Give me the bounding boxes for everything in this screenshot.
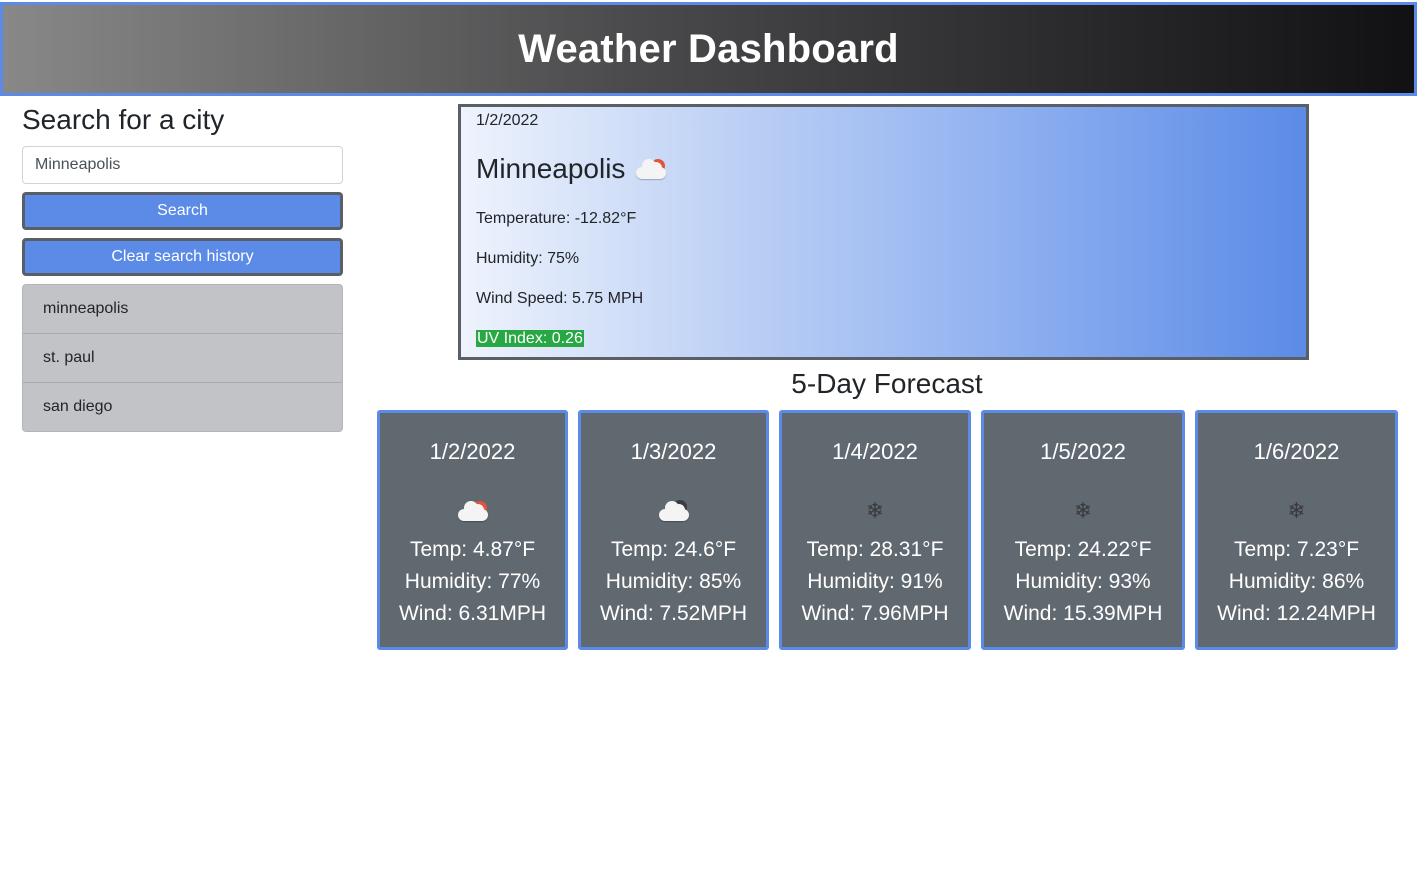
forecast-humidity: Humidity: 93%	[1015, 570, 1151, 593]
forecast-temp: Temp: 4.87°F	[409, 538, 536, 561]
forecast-date: 1/2/2022	[429, 439, 516, 464]
forecast-humidity: Humidity: 77%	[404, 570, 541, 593]
current-weather-panel: 1/2/2022 Minneapolis Temperature: -12.82…	[458, 104, 1309, 360]
snowflake-icon: ❄	[1073, 498, 1093, 524]
history-item-st-paul[interactable]: st. paul	[23, 334, 342, 383]
forecast-card: 1/4/2022 ❄ Temp: 28.31°F Humidity: 91% W…	[779, 410, 971, 650]
forecast-humidity: Humidity: 86%	[1228, 570, 1365, 593]
uv-index-badge: UV Index: 0.26	[476, 330, 584, 347]
forecast-humidity: Humidity: 85%	[605, 570, 742, 593]
current-city-name: Minneapolis	[476, 153, 626, 184]
forecast-wind: Wind: 15.39MPH	[1003, 602, 1163, 625]
current-city-heading: Minneapolis	[476, 153, 669, 185]
forecast-wind: Wind: 7.96MPH	[801, 602, 949, 625]
forecast-date: 1/3/2022	[630, 439, 717, 464]
search-heading: Search for a city	[22, 104, 225, 135]
forecast-heading: 5-Day Forecast	[791, 368, 983, 399]
forecast-temp: Temp: 24.22°F	[1014, 538, 1152, 561]
forecast-temp: Temp: 28.31°F	[806, 538, 944, 561]
search-button[interactable]: Search	[22, 192, 343, 230]
forecast-date: 1/5/2022	[1040, 439, 1126, 464]
history-item-san-diego[interactable]: san diego	[23, 383, 342, 431]
clear-history-button[interactable]: Clear search history	[22, 238, 343, 276]
forecast-date: 1/4/2022	[832, 439, 918, 464]
cloud-sun-icon	[455, 497, 491, 525]
forecast-card: 1/3/2022 Temp: 24.6°F Humidity: 85% Wind…	[578, 410, 769, 650]
search-history-list: minneapolis st. paul san diego	[22, 284, 343, 432]
snowflake-icon: ❄	[865, 498, 885, 524]
page-title: Weather Dashboard	[518, 26, 899, 71]
current-temperature: Temperature: -12.82°F	[476, 210, 637, 227]
current-uv-index: UV Index: 0.26	[476, 330, 584, 348]
forecast-wind: Wind: 7.52MPH	[599, 602, 748, 625]
forecast-card: 1/2/2022 Temp: 4.87°F Humidity: 77% Wind…	[377, 410, 568, 650]
app-header: Weather Dashboard	[0, 2, 1417, 96]
forecast-wind: Wind: 6.31MPH	[398, 602, 547, 625]
forecast-card: 1/6/2022 ❄ Temp: 7.23°F Humidity: 86% Wi…	[1195, 410, 1398, 650]
current-wind-speed: Wind Speed: 5.75 MPH	[476, 290, 644, 307]
cloud-dark-icon	[656, 497, 692, 525]
snowflake-icon: ❄	[1287, 498, 1306, 524]
forecast-wind: Wind: 12.24MPH	[1217, 602, 1376, 625]
city-search-input[interactable]	[22, 146, 343, 184]
forecast-temp: Temp: 24.6°F	[610, 538, 737, 561]
cloud-sun-icon	[633, 155, 669, 183]
forecast-humidity: Humidity: 91%	[807, 570, 943, 593]
current-date: 1/2/2022	[476, 112, 539, 129]
forecast-date: 1/6/2022	[1253, 439, 1340, 464]
history-item-minneapolis[interactable]: minneapolis	[23, 285, 342, 334]
forecast-temp: Temp: 7.23°F	[1233, 538, 1360, 561]
forecast-card: 1/5/2022 ❄ Temp: 24.22°F Humidity: 93% W…	[981, 410, 1185, 650]
current-humidity: Humidity: 75%	[476, 250, 580, 267]
